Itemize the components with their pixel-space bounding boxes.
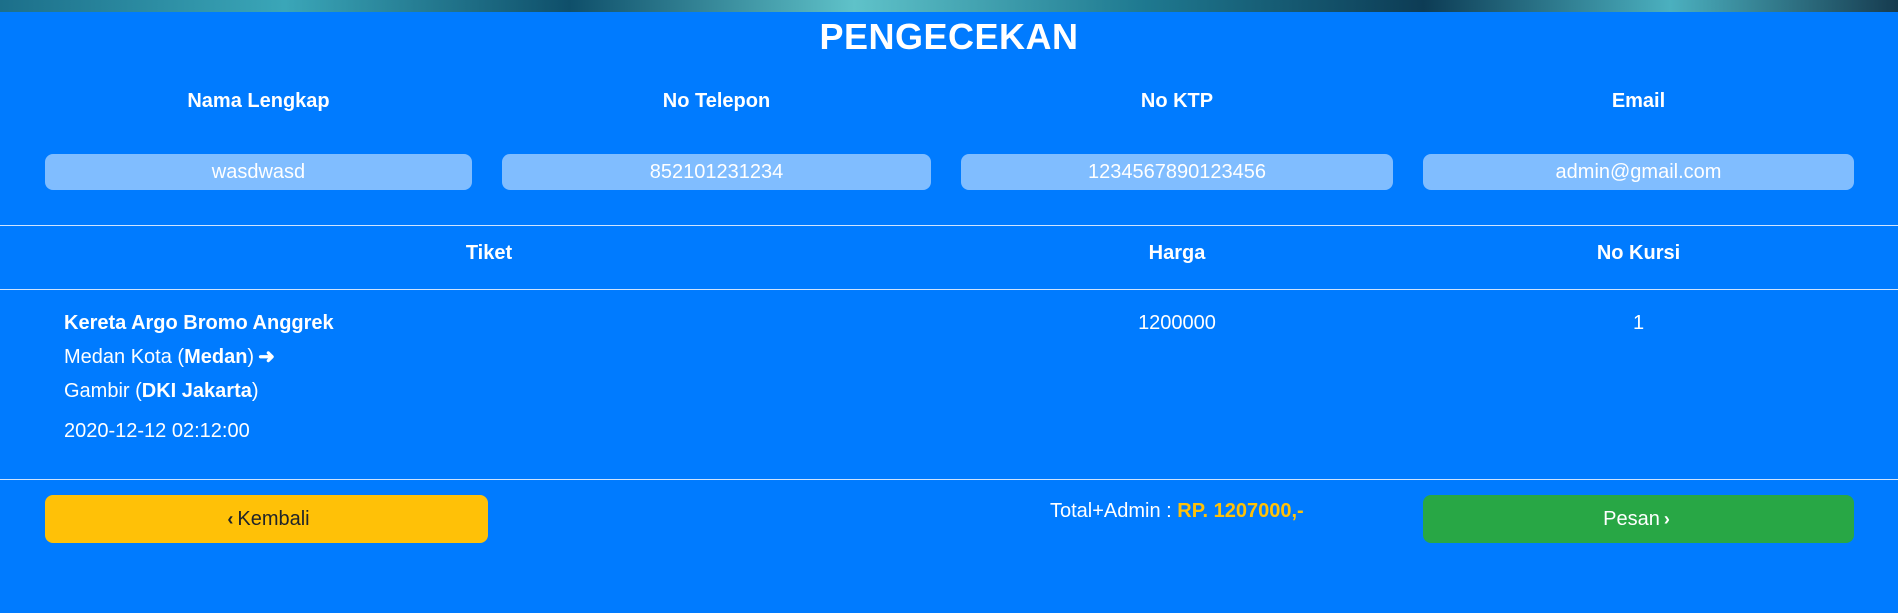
total-label: Total+Admin :	[1050, 500, 1172, 522]
email-field[interactable]: admin@gmail.com	[1423, 154, 1854, 190]
header-no-kursi: No Kursi	[1596, 242, 1681, 264]
label-no-telepon: No Telepon	[662, 90, 771, 112]
page-title: PENGECEKAN	[819, 16, 1079, 57]
order-button[interactable]: Pesan ›	[1423, 495, 1854, 543]
ticket-price: 1200000	[1138, 312, 1216, 334]
order-button-label: Pesan	[1603, 507, 1660, 530]
ticket-info: Kereta Argo Bromo Anggrek Medan Kota (Me…	[64, 306, 334, 448]
header-banner-image	[0, 0, 1898, 12]
back-button-label: Kembali	[237, 507, 310, 530]
origin-city: Medan	[184, 346, 248, 368]
nama-lengkap-field[interactable]: wasdwasd	[45, 154, 472, 190]
no-telepon-field[interactable]: 852101231234	[502, 154, 931, 190]
ticket-datetime: 2020-12-12 02:12:00	[64, 420, 250, 442]
table-top-divider	[0, 225, 1898, 226]
label-no-ktp: No KTP	[1140, 90, 1214, 112]
chevron-left-icon: ‹	[227, 508, 234, 529]
destination-station: Gambir	[64, 380, 130, 402]
header-tiket: Tiket	[465, 242, 513, 264]
arrow-right-icon: ➜	[258, 346, 275, 368]
total-summary: Total+Admin : RP. 1207000,-	[1050, 500, 1304, 523]
label-email: Email	[1611, 90, 1666, 112]
chevron-right-icon: ›	[1663, 508, 1670, 529]
no-ktp-field[interactable]: 1234567890123456	[961, 154, 1393, 190]
table-header-divider	[0, 289, 1898, 290]
destination-city: DKI Jakarta	[141, 380, 252, 402]
label-nama-lengkap: Nama Lengkap	[187, 90, 330, 112]
ticket-origin: Medan Kota (Medan) ➜	[64, 340, 334, 374]
ticket-train-name: Kereta Argo Bromo Anggrek	[64, 312, 334, 334]
back-button[interactable]: ‹ Kembali	[45, 495, 488, 543]
ticket-seat: 1	[1632, 312, 1645, 334]
origin-station: Medan Kota	[64, 346, 172, 368]
ticket-destination: Gambir (DKI Jakarta)	[64, 380, 259, 402]
total-amount: RP. 1207000,-	[1177, 500, 1304, 522]
header-harga: Harga	[1148, 242, 1206, 264]
table-bottom-divider	[0, 479, 1898, 480]
